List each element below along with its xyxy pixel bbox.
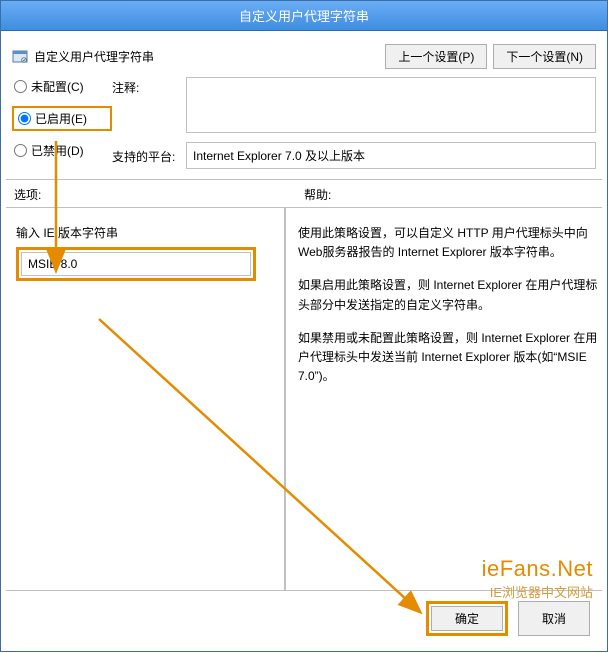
radio-disabled-label: 已禁用(D) [31, 142, 84, 159]
radio-not-configured-input[interactable] [14, 80, 27, 93]
help-paragraph-1: 使用此策略设置，可以自定义 HTTP 用户代理标头中向 Web服务器报告的 In… [298, 224, 598, 262]
cancel-button[interactable]: 取消 [518, 601, 590, 636]
radio-enabled[interactable]: 已启用(E) [12, 106, 112, 131]
platform-cell: Internet Explorer 7.0 及以上版本 [186, 142, 596, 169]
platform-value: Internet Explorer 7.0 及以上版本 [186, 142, 596, 169]
policy-icon [12, 49, 28, 65]
radio-not-configured-label: 未配置(C) [31, 78, 84, 95]
nav-button-group: 上一个设置(P) 下一个设置(N) [385, 44, 596, 69]
help-panel: 使用此策略设置，可以自定义 HTTP 用户代理标头中向 Web服务器报告的 In… [286, 208, 602, 590]
next-setting-button[interactable]: 下一个设置(N) [493, 44, 596, 69]
dialog-button-bar: 确定 取消 [6, 591, 602, 646]
radio-disabled[interactable]: 已禁用(D) [12, 141, 112, 160]
ie-version-highlight-box [16, 247, 256, 281]
config-grid: 未配置(C) 已启用(E) 已禁用(D) 注释: 支持的平台: Internet… [12, 77, 596, 169]
radio-enabled-input[interactable] [18, 112, 31, 125]
help-paragraph-3: 如果禁用或未配置此策略设置，则 Internet Explorer 在用户代理标… [298, 329, 598, 387]
top-section: 自定义用户代理字符串 上一个设置(P) 下一个设置(N) 未配置(C) 已启用(… [6, 36, 602, 180]
ok-button[interactable]: 确定 [431, 606, 503, 631]
options-section-label: 选项: [14, 186, 294, 203]
prev-setting-button[interactable]: 上一个设置(P) [385, 44, 487, 69]
section-labels: 选项: 帮助: [6, 180, 602, 207]
header-left: 自定义用户代理字符串 [12, 48, 154, 65]
state-radio-group: 未配置(C) 已启用(E) 已禁用(D) [12, 77, 112, 160]
comment-cell [186, 77, 596, 136]
radio-enabled-label: 已启用(E) [35, 110, 87, 127]
dialog-content: 自定义用户代理字符串 上一个设置(P) 下一个设置(N) 未配置(C) 已启用(… [1, 31, 607, 651]
help-paragraph-2: 如果启用此策略设置，则 Internet Explorer 在用户代理标头部分中… [298, 276, 598, 314]
options-panel: 输入 IE 版本字符串 [6, 208, 286, 590]
header-row: 自定义用户代理字符串 上一个设置(P) 下一个设置(N) [12, 44, 596, 69]
comment-label: 注释: [112, 77, 186, 96]
comment-textarea[interactable] [186, 77, 596, 133]
radio-disabled-input[interactable] [14, 144, 27, 157]
ie-version-input[interactable] [21, 252, 251, 276]
window-titlebar: 自定义用户代理字符串 [1, 1, 607, 31]
header-subtitle: 自定义用户代理字符串 [34, 48, 154, 65]
lower-section: 输入 IE 版本字符串 使用此策略设置，可以自定义 HTTP 用户代理标头中向 … [6, 207, 602, 591]
help-section-label: 帮助: [294, 186, 594, 203]
platform-label: 支持的平台: [112, 146, 186, 165]
ie-version-label: 输入 IE 版本字符串 [16, 224, 274, 241]
ok-highlight-box: 确定 [426, 601, 508, 636]
radio-not-configured[interactable]: 未配置(C) [12, 77, 112, 96]
window-title: 自定义用户代理字符串 [239, 6, 369, 25]
